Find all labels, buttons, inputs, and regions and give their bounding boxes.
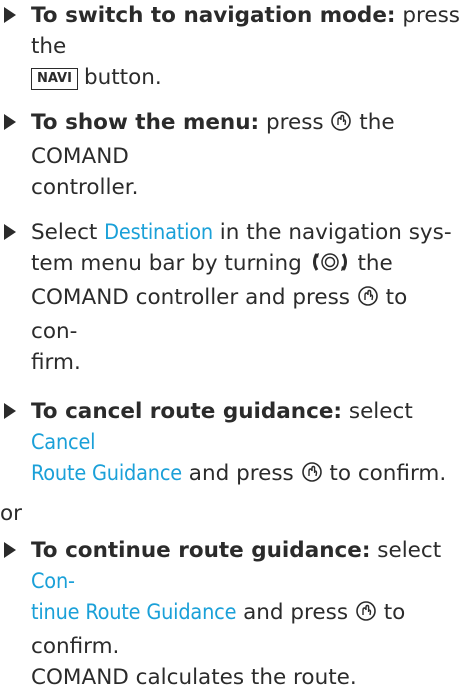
step-text: the (350, 251, 393, 276)
press-controller-icon (357, 285, 379, 316)
menu-item-destination: Destination (104, 220, 213, 245)
menu-item-continue: Con- (31, 569, 75, 594)
bullet-arrow-icon (4, 224, 16, 240)
step-select-destination: Select Destination in the navigation sys… (0, 217, 460, 378)
menu-item-cancel: Cancel (31, 430, 96, 455)
step-text: and press (236, 600, 355, 625)
step-text: select (370, 538, 442, 563)
step-text: and press (181, 461, 301, 486)
or-separator: or (0, 501, 22, 526)
step-bold-label: To continue route guidance: (31, 538, 371, 563)
press-controller-icon (330, 110, 352, 141)
step-bold-label: To cancel route guidance: (31, 399, 343, 424)
press-controller-icon (355, 600, 377, 631)
bullet-arrow-icon (4, 114, 16, 130)
step-text: tem menu bar by turning (31, 251, 309, 276)
step-result-text: COMAND calculates the route. (31, 665, 357, 690)
bullet-arrow-icon (4, 403, 16, 419)
step-bold-label: To show the menu: (31, 110, 260, 135)
step-bold-label: To switch to navigation mode: (31, 3, 396, 28)
bullet-arrow-icon (4, 542, 16, 558)
menu-item-continue-route-guidance: tinue Route Guidance (31, 600, 237, 625)
step-text: press (259, 110, 331, 135)
press-controller-icon (301, 461, 323, 492)
bullet-arrow-icon (4, 7, 16, 23)
step-text: confirm. (31, 634, 120, 659)
step-text: to (376, 600, 406, 625)
turn-controller-icon (309, 251, 351, 282)
step-text: select (342, 399, 413, 424)
menu-item-route-guidance: Route Guidance (31, 461, 182, 486)
step-text: to confirm. (322, 461, 447, 486)
navi-key: NAVI (31, 68, 78, 90)
step-continue-guidance: To continue route guidance: select Con- … (0, 535, 460, 693)
step-text: COMAND controller and press (31, 285, 357, 310)
step-text: firm. (31, 350, 81, 375)
step-text: button. (83, 65, 162, 90)
step-show-menu: To show the menu: press the COMAND contr… (0, 107, 460, 203)
step-text: Select (31, 220, 105, 245)
step-text: in the navigation sys- (212, 220, 452, 245)
step-text: controller. (31, 175, 139, 200)
step-switch-navigation: To switch to navigation mode: press the … (0, 0, 460, 93)
instruction-page: To switch to navigation mode: press the … (0, 0, 460, 690)
step-cancel-guidance: To cancel route guidance: select Cancel … (0, 396, 460, 492)
